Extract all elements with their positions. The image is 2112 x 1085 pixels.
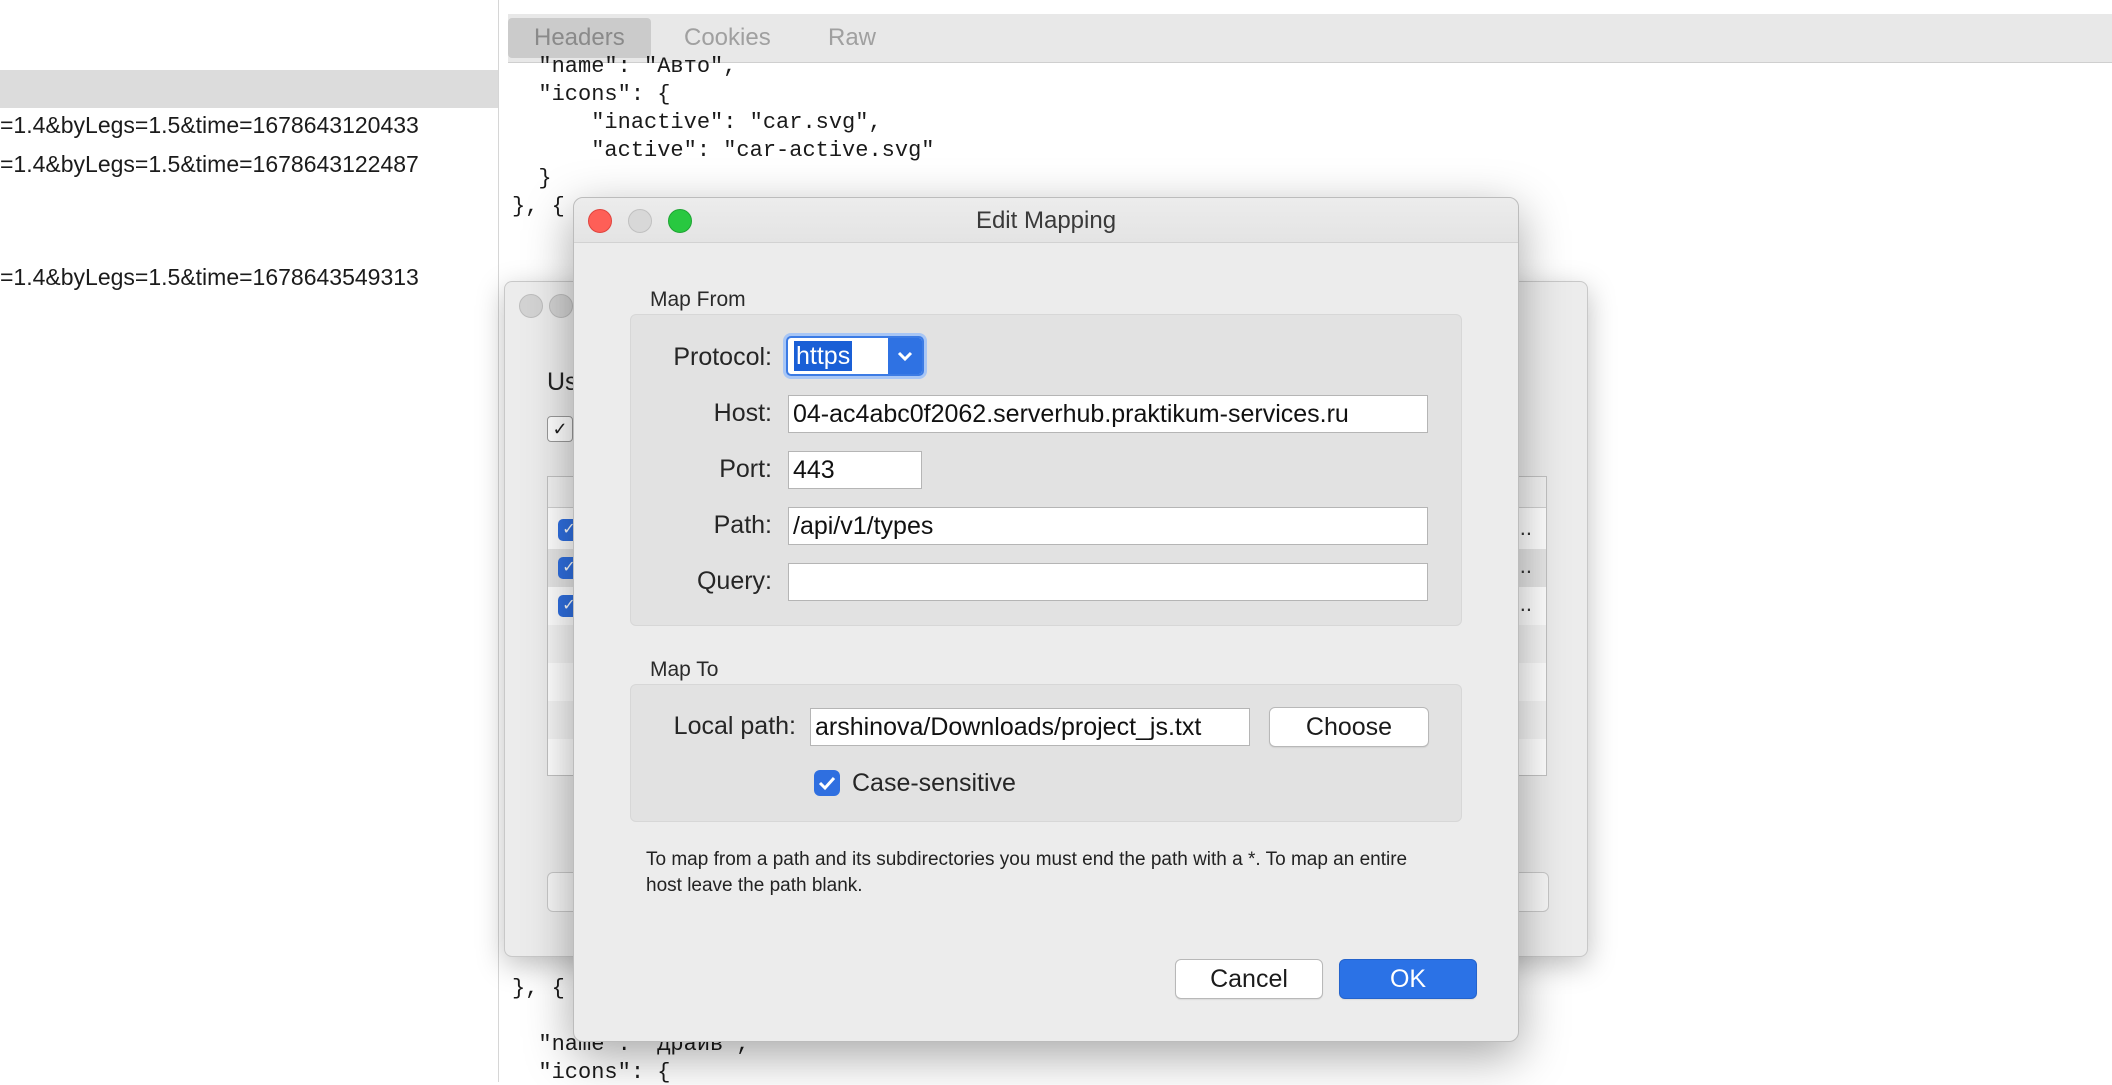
code-line: "icons": { [512,82,671,107]
path-field[interactable]: /api/v1/types [788,507,1428,545]
local-path-label: Local path: [673,712,796,740]
code-line: "name": "Авто", [512,54,737,79]
request-row-label: =1.4&byLegs=1.5&time=1678643549313 [0,264,419,290]
ellipsis-text: .. [1519,515,1532,540]
request-row-label: =1.4&byLegs=1.5&time=1678643122487 [0,151,419,177]
map-to-group [630,684,1462,822]
map-from-label: Map From [650,288,746,311]
dialog-titlebar: Edit Mapping [574,198,1518,243]
cancel-button[interactable]: Cancel [1175,959,1323,999]
query-field[interactable] [788,563,1428,601]
local-path-field[interactable]: arshinova/Downloads/project_js.txt [810,708,1250,746]
request-row-label: =1.4&byLegs=1.5&time=1678643120433 [0,112,419,138]
request-row[interactable]: =1.4&byLegs=1.5&time=1678643122487 [0,151,498,178]
tab-raw[interactable]: Raw [802,18,902,58]
ok-button[interactable]: OK [1339,959,1477,999]
request-row[interactable]: =1.4&byLegs=1.5&time=1678643120433 [0,112,498,139]
hint-text: To map from a path and its subdirectorie… [646,849,1408,896]
request-row[interactable]: =1.4&byLegs=1.5&time=1678643549313 [0,264,498,291]
protocol-select[interactable]: https [786,336,924,376]
edit-mapping-dialog: Edit Mapping Map From Protocol: https Ho… [573,197,1519,1042]
ellipsis-text: .. [1519,553,1532,578]
host-field[interactable]: 04-ac4abc0f2062.serverhub.praktikum-serv… [788,395,1428,433]
check-icon [818,776,836,791]
code-line: "icons": { [512,1060,671,1085]
tab-cookies[interactable]: Cookies [658,18,797,58]
request-list: =1.4&byLegs=1.5&time=1678643120433 =1.4&… [0,0,499,1082]
host-label: Host: [713,399,772,427]
path-label: Path: [713,511,772,539]
query-label: Query: [696,567,772,595]
selected-request-row[interactable] [0,70,498,108]
port-field[interactable]: 443 [788,451,922,489]
dialog-title: Edit Mapping [975,207,1117,234]
code-line: "inactive": "car.svg", [512,110,882,135]
enable-checkbox[interactable]: ✓ [547,416,573,442]
choose-button[interactable]: Choose [1269,707,1429,747]
code-line: }, { [512,976,565,1001]
port-label: Port: [719,455,772,483]
ellipsis-text: .. [1519,591,1532,616]
code-line: } [512,166,552,191]
map-to-label: Map To [650,658,719,681]
code-line: "active": "car-active.svg" [512,138,935,163]
chevron-down-icon[interactable] [888,338,922,374]
minimize-dot-icon[interactable] [549,294,573,318]
case-sensitive-checkbox[interactable] [814,770,840,796]
case-sensitive-label: Case-sensitive [852,769,1016,797]
detail-tabbar: Headers Cookies Raw [508,14,2112,63]
close-dot-icon[interactable] [519,294,543,318]
tab-headers[interactable]: Headers [508,18,651,58]
code-line: }, { [512,194,565,219]
protocol-value: https [794,341,853,371]
protocol-label: Protocol: [673,343,772,371]
